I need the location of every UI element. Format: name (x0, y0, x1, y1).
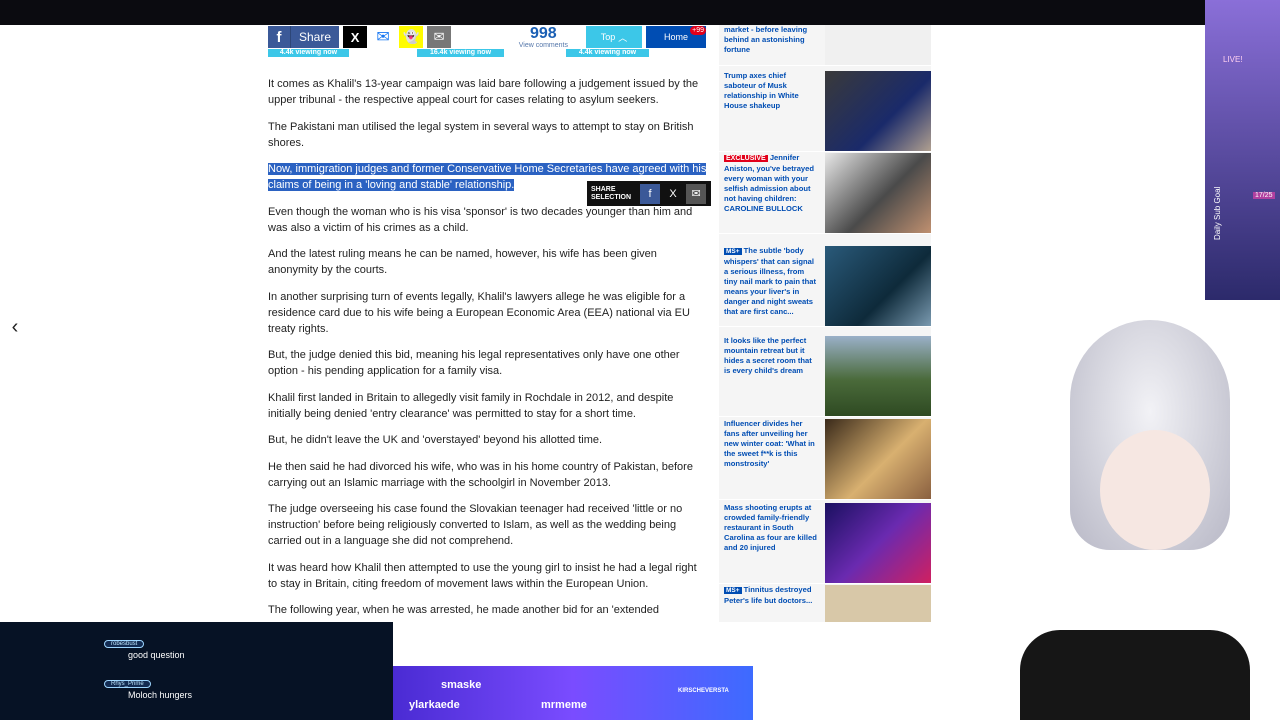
comments-counter[interactable]: 998 View comments (518, 24, 568, 49)
chat-message: robesbust good question (92, 640, 185, 660)
stream-chat-overlay: robesbust good question Rhys_Prime Moloc… (0, 622, 393, 720)
back-chevron-icon[interactable]: ‹ (6, 316, 24, 338)
messenger-share-icon[interactable]: ✉ (371, 26, 395, 48)
chat-text: Moloch hungers (128, 690, 193, 700)
comments-count: 998 (530, 24, 557, 42)
sidebar-promo[interactable]: MS+ Tinnitus destroyed Peter's life but … (719, 585, 931, 622)
article-paragraph: In another surprising turn of events leg… (268, 290, 690, 335)
sidebar-promo[interactable]: Trump axes chief saboteur of Musk relati… (719, 71, 931, 152)
chat-username: Rhys_Prime (104, 680, 151, 688)
promo-image (825, 585, 931, 622)
sidebar-promo[interactable]: It looks like the perfect mountain retre… (719, 336, 931, 417)
viewing-now-tag[interactable]: 16.4k viewing now (417, 49, 504, 57)
share-label: Share (299, 30, 332, 44)
puff-sidebar: market - before leaving behind an astoni… (719, 25, 931, 622)
chat-username: robesbust (104, 640, 145, 648)
chat-text: good question (128, 650, 185, 660)
facebook-icon[interactable]: f (640, 183, 661, 204)
goal-count: 17/25 (1253, 192, 1275, 199)
article-paragraph: And the latest ruling means he can be na… (268, 248, 657, 276)
share-selection-label: SHARE SELECTION (591, 185, 632, 201)
sidebar-promo[interactable]: EXCLUSIVE Jennifer Aniston, you've betra… (719, 153, 931, 234)
promo-image (825, 153, 931, 233)
x-icon[interactable]: X (663, 184, 683, 204)
top-label: Top (600, 32, 616, 42)
x-share-icon[interactable]: X (343, 26, 368, 48)
promo-image (825, 71, 931, 151)
viewer-tag: ylarkaede (409, 699, 460, 711)
article-paragraph: The judge overseeing his case found the … (268, 503, 683, 547)
article-body: It comes as Khalil's 13-year campaign wa… (268, 76, 708, 629)
promo-image (825, 246, 931, 326)
email-icon[interactable]: ✉ (686, 183, 707, 204)
top-button[interactable]: Top ︿ (586, 26, 642, 48)
promo-text: market - before leaving behind an astoni… (724, 25, 808, 54)
facebook-icon: f (268, 26, 291, 48)
article-paragraph: It comes as Khalil's 13-year campaign wa… (268, 78, 699, 106)
promo-text: MS+ Tinnitus destroyed Peter's life but … (724, 585, 813, 605)
kirsch-tag: KIRSCHEVERSTA (678, 688, 729, 694)
chevron-up-icon: ︿ (618, 32, 628, 43)
article-paragraph: The Pakistani man utilised the legal sys… (268, 120, 694, 149)
viewer-tag: smaske (441, 679, 482, 691)
promo-text: Influencer divides her fans after unveil… (724, 419, 815, 468)
home-badge: +99 (690, 26, 706, 35)
promo-image (825, 336, 931, 416)
sidebar-promo[interactable]: market - before leaving behind an astoni… (719, 25, 931, 66)
promo-text: MS+ The subtle 'body whispers' that can … (724, 246, 816, 316)
email-share-icon[interactable]: ✉ (427, 26, 452, 48)
promo-image (825, 503, 931, 583)
browser-top-bar (0, 0, 1280, 25)
viewing-now-tag[interactable]: 4.4k viewing now (566, 49, 649, 57)
promo-image (825, 25, 931, 65)
home-label: Home (663, 32, 688, 42)
article-paragraph: He then said he had divorced his wife, w… (268, 460, 693, 489)
share-selection-popup: SHARE SELECTION f X ✉ (587, 181, 711, 206)
promo-text: It looks like the perfect mountain retre… (724, 336, 812, 375)
article-paragraph: Khalil first landed in Britain to allege… (268, 391, 674, 420)
viewing-now-tag[interactable]: 4.4k viewing now (268, 49, 349, 57)
exclusive-badge: EXCLUSIVE (724, 155, 768, 162)
goal-label: Daily Sub Goal (1213, 186, 1222, 240)
viewer-tag: mrmeme (541, 699, 587, 711)
sidebar-promo[interactable]: Mass shooting erupts at crowded family-f… (719, 503, 931, 584)
article-paragraph: Even though the woman who is his visa 's… (268, 205, 693, 234)
ms-plus-badge: MS+ (724, 248, 742, 255)
vtuber-avatar (1000, 250, 1280, 720)
sidebar-promo[interactable]: MS+ The subtle 'body whispers' that can … (719, 246, 931, 327)
live-label: LIVE! (1223, 55, 1243, 64)
sidebar-promo[interactable]: Influencer divides her fans after unveil… (719, 419, 931, 500)
home-button[interactable]: Home +99 (646, 26, 706, 48)
article-paragraph: But, he didn't leave the UK and 'oversta… (268, 434, 603, 446)
promo-text: Mass shooting erupts at crowded family-f… (724, 503, 817, 552)
promo-text: Trump axes chief saboteur of Musk relati… (724, 71, 799, 110)
article-paragraph: The following year, when he was arrested… (268, 604, 660, 616)
stream-alert-bar: smaske ylarkaede mrmeme KIRSCHEVERSTA (393, 666, 753, 720)
comments-label: View comments (518, 41, 568, 49)
article-paragraph: It was heard how Khalil then attempted t… (268, 561, 697, 590)
snapchat-share-icon[interactable]: 👻 (399, 26, 424, 48)
facebook-share-button[interactable]: f Share (268, 26, 340, 48)
promo-text: EXCLUSIVE Jennifer Aniston, you've betra… (724, 153, 814, 213)
promo-image (825, 419, 931, 499)
ms-plus-badge: MS+ (724, 587, 742, 594)
article-paragraph: But, the judge denied this bid, meaning … (268, 349, 680, 377)
chat-message: Rhys_Prime Moloch hungers (92, 680, 192, 700)
share-toolbar: f Share X ✉ 👻 ✉ 998 View comments Top ︿ … (268, 25, 706, 49)
